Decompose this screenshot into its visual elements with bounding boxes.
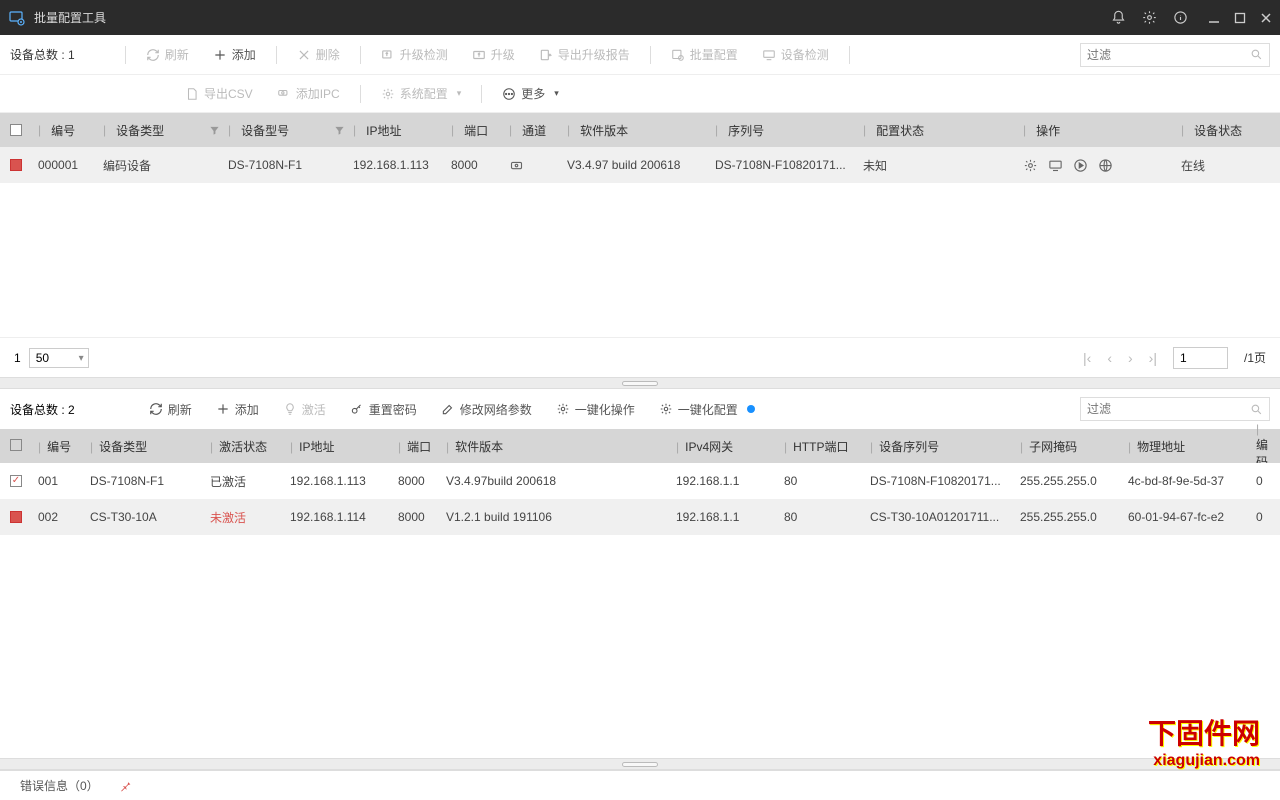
one-click-config-button[interactable]: 一键化配置 <box>649 397 765 422</box>
select-all-checkbox[interactable] <box>10 124 22 136</box>
row-status-icon[interactable] <box>10 159 22 171</box>
add-button[interactable]: 添加 <box>206 397 269 422</box>
table-row[interactable]: 000001 编码设备 DS-7108N-F1 192.168.1.113 80… <box>0 147 1280 183</box>
row-status-icon[interactable] <box>10 511 22 523</box>
search-icon <box>1250 403 1263 416</box>
x-icon <box>297 48 311 62</box>
ipc-icon <box>277 87 291 101</box>
select-all-checkbox[interactable] <box>10 439 22 451</box>
refresh-button[interactable]: 刷新 <box>139 397 202 422</box>
panel2-table-body: ✓ 001 DS-7108N-F1 已激活 192.168.1.113 8000… <box>0 463 1280 758</box>
notification-dot <box>747 405 755 413</box>
error-info-label[interactable]: 错误信息（0） <box>20 777 99 794</box>
maximize-button[interactable] <box>1234 12 1246 24</box>
app-icon <box>8 9 26 27</box>
chevron-down-icon: ▾ <box>457 88 462 99</box>
page-size-select[interactable]: 50▾ <box>29 348 89 368</box>
panel1-table-header: |编号 |设备类型 |设备型号 |IP地址 |端口 |通道 |软件版本 |序列号… <box>0 113 1280 147</box>
bulb-icon <box>283 402 297 416</box>
row-globe-icon[interactable] <box>1098 158 1113 173</box>
more-icon <box>502 87 516 101</box>
upgrade-check-button[interactable]: 升级检测 <box>371 42 458 67</box>
next-page-button[interactable]: › <box>1128 350 1133 366</box>
panel-splitter-bottom[interactable] <box>0 758 1280 770</box>
upgrade-icon <box>472 48 486 62</box>
row-config-icon[interactable] <box>1023 158 1038 173</box>
filter-input-bottom[interactable] <box>1080 397 1270 421</box>
bell-icon[interactable] <box>1111 10 1126 25</box>
filter-input-top[interactable] <box>1080 43 1270 67</box>
row-play-icon[interactable] <box>1073 158 1088 173</box>
delete-button[interactable]: 删除 <box>287 42 350 67</box>
channel-icon[interactable] <box>509 158 524 173</box>
titlebar: 批量配置工具 <box>0 0 1280 35</box>
page-total-label: /1页 <box>1244 349 1266 366</box>
filter-field[interactable] <box>1087 402 1250 416</box>
plus-icon <box>216 402 230 416</box>
plus-icon <box>213 48 227 62</box>
info-icon[interactable] <box>1173 10 1188 25</box>
refresh-icon <box>149 402 163 416</box>
edit-icon <box>441 402 455 416</box>
export-csv-button[interactable]: 导出CSV <box>175 81 263 106</box>
key-icon <box>350 402 364 416</box>
sys-config-button[interactable]: 系统配置▾ <box>371 81 472 106</box>
device-count-label: 设备总数 : 2 <box>10 401 75 418</box>
pagination: 1 50▾ |‹ ‹ › ›| /1页 <box>0 337 1280 377</box>
filter-icon[interactable] <box>334 125 345 136</box>
device-check-icon <box>762 48 776 62</box>
device-check-button[interactable]: 设备检测 <box>752 42 839 67</box>
chevron-down-icon: ▾ <box>554 88 559 99</box>
upgrade-check-icon <box>381 48 395 62</box>
close-button[interactable] <box>1260 12 1272 24</box>
minimize-button[interactable] <box>1208 12 1220 24</box>
panel2-table-header: |编号 |设备类型 |激活状态 |IP地址 |端口 |软件版本 |IPv4网关 … <box>0 429 1280 463</box>
one-click-ops-button[interactable]: 一键化操作 <box>546 397 645 422</box>
panel1-toolbar2: 导出CSV 添加IPC 系统配置▾ 更多▾ <box>0 75 1280 113</box>
panel1-table-body: 000001 编码设备 DS-7108N-F1 192.168.1.113 80… <box>0 147 1280 337</box>
page-input[interactable] <box>1173 347 1228 369</box>
batch-config-button[interactable]: 批量配置 <box>661 42 748 67</box>
panel1-toolbar: 设备总数 : 1 刷新 添加 删除 升级检测 升级 导出升级报告 批量配置 设备… <box>0 35 1280 75</box>
first-page-button[interactable]: |‹ <box>1083 350 1091 366</box>
prev-page-button[interactable]: ‹ <box>1107 350 1112 366</box>
table-row[interactable]: ✓ 001 DS-7108N-F1 已激活 192.168.1.113 8000… <box>0 463 1280 499</box>
activate-button[interactable]: 激活 <box>273 397 336 422</box>
row-monitor-icon[interactable] <box>1048 158 1063 173</box>
refresh-icon <box>146 48 160 62</box>
panel-splitter[interactable] <box>0 377 1280 389</box>
batch-config-icon <box>671 48 685 62</box>
add-ipc-button[interactable]: 添加IPC <box>267 81 350 106</box>
gear-icon <box>381 87 395 101</box>
statusbar: 错误信息（0） <box>0 770 1280 800</box>
edit-network-button[interactable]: 修改网络参数 <box>431 397 542 422</box>
filter-icon[interactable] <box>209 125 220 136</box>
more-button[interactable]: 更多▾ <box>492 81 569 106</box>
row-checkbox[interactable]: ✓ <box>10 475 22 487</box>
table-row[interactable]: 002 CS-T30-10A 未激活 192.168.1.114 8000 V1… <box>0 499 1280 535</box>
filter-field[interactable] <box>1087 48 1250 62</box>
search-icon <box>1250 48 1263 61</box>
last-page-button[interactable]: ›| <box>1149 350 1157 366</box>
add-button[interactable]: 添加 <box>203 42 266 67</box>
watermark: 下固件网 xiagujian.com <box>1148 712 1260 770</box>
reset-password-button[interactable]: 重置密码 <box>340 397 427 422</box>
gear-icon <box>556 402 570 416</box>
app-title: 批量配置工具 <box>34 9 106 26</box>
page-label: 1 <box>14 351 21 365</box>
refresh-button[interactable]: 刷新 <box>136 42 199 67</box>
device-count-label: 设备总数 : 1 <box>10 46 75 63</box>
gear-icon <box>659 402 673 416</box>
export-upgrade-button[interactable]: 导出升级报告 <box>529 42 640 67</box>
upgrade-button[interactable]: 升级 <box>462 42 525 67</box>
gear-icon[interactable] <box>1142 10 1157 25</box>
panel2-toolbar: 设备总数 : 2 刷新 添加 激活 重置密码 修改网络参数 一键化操作 一键化配… <box>0 389 1280 429</box>
export-icon <box>539 48 553 62</box>
pin-icon[interactable] <box>119 779 132 792</box>
csv-icon <box>185 87 199 101</box>
